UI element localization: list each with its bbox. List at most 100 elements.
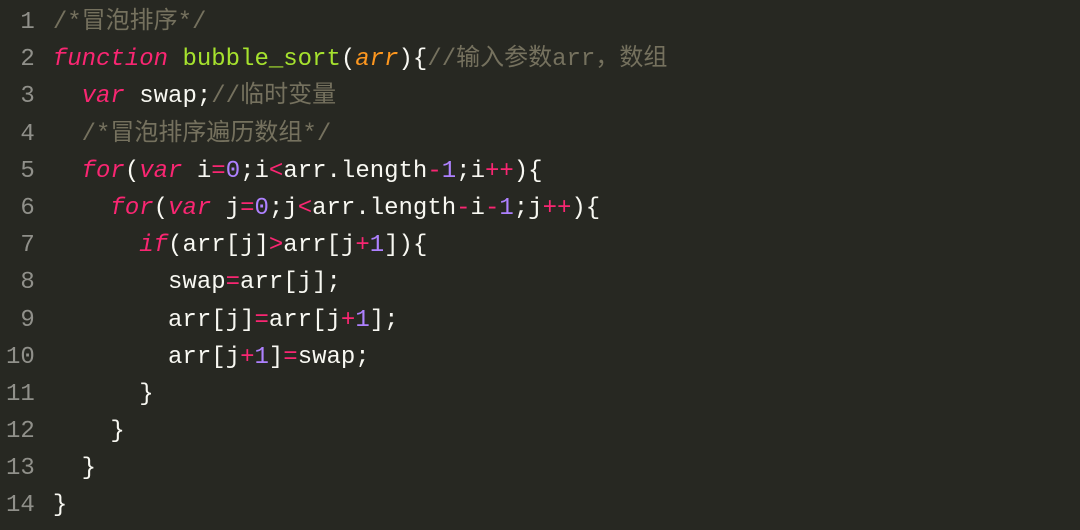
code-area[interactable]: /*冒泡排序*/function bubble_sort(arr){//输入参数…	[45, 0, 668, 530]
code-line[interactable]: var swap;//临时变量	[53, 78, 668, 115]
code-token: ){	[571, 195, 600, 222]
code-token: [	[327, 232, 341, 259]
line-number: 2	[6, 41, 35, 78]
code-token: }	[53, 455, 96, 482]
code-token: swap	[168, 269, 226, 296]
code-token: [	[211, 344, 225, 371]
code-token: }	[53, 381, 154, 408]
code-line[interactable]: }	[53, 450, 668, 487]
code-line[interactable]: /*冒泡排序遍历数组*/	[53, 116, 668, 153]
code-token	[182, 158, 196, 185]
code-token: j	[327, 307, 341, 334]
code-token: ]){	[384, 232, 427, 259]
code-token: -	[485, 195, 499, 222]
code-token	[53, 158, 82, 185]
code-token: /*冒泡排序遍历数组*/	[82, 121, 332, 148]
code-token: arr	[168, 307, 211, 334]
code-token: j	[341, 232, 355, 259]
code-token: j	[283, 195, 297, 222]
code-token	[53, 269, 168, 296]
line-number: 12	[6, 413, 35, 450]
code-token: if	[139, 232, 168, 259]
code-line[interactable]: for(var i=0;i<arr.length-1;i++){	[53, 153, 668, 190]
code-token	[53, 307, 168, 334]
code-token: 1	[254, 344, 268, 371]
code-line[interactable]: }	[53, 376, 668, 413]
code-token: bubble_sort	[182, 46, 340, 73]
code-token: j	[298, 269, 312, 296]
line-number: 14	[6, 487, 35, 524]
code-token: [	[312, 307, 326, 334]
code-line[interactable]: }	[53, 413, 668, 450]
code-token: i	[255, 158, 269, 185]
code-token	[125, 83, 139, 110]
code-token: (	[341, 46, 355, 73]
code-line[interactable]: for(var j=0;j<arr.length-i-1;j++){	[53, 190, 668, 227]
code-token: ;	[456, 158, 470, 185]
code-token: 0	[254, 195, 268, 222]
code-token: +	[355, 232, 369, 259]
line-number: 4	[6, 116, 35, 153]
code-token: ];	[370, 307, 399, 334]
code-token: var	[139, 158, 182, 185]
code-token: <	[298, 195, 312, 222]
code-token: <	[269, 158, 283, 185]
code-token: +	[341, 307, 355, 334]
code-token	[211, 195, 225, 222]
code-token: function	[53, 46, 168, 73]
line-number: 8	[6, 264, 35, 301]
code-token: j	[528, 195, 542, 222]
code-token: (	[168, 232, 182, 259]
code-token: 1	[355, 307, 369, 334]
code-line[interactable]: /*冒泡排序*/	[53, 4, 668, 41]
code-token: >	[269, 232, 283, 259]
code-token: swap	[298, 344, 356, 371]
code-editor[interactable]: 1234567891011121314 /*冒泡排序*/function bub…	[0, 0, 1080, 530]
code-line[interactable]: arr[j]=arr[j+1];	[53, 302, 668, 339]
code-token: arr	[269, 307, 312, 334]
line-number: 1	[6, 4, 35, 41]
code-token: for	[82, 158, 125, 185]
code-token: //临时变量	[211, 83, 336, 110]
code-token: ;	[197, 83, 211, 110]
code-token: arr	[355, 46, 398, 73]
code-token	[53, 232, 139, 259]
code-token: ]	[269, 344, 283, 371]
code-token: =	[254, 307, 268, 334]
code-line[interactable]: }	[53, 487, 668, 524]
code-token: =	[283, 344, 297, 371]
line-number: 10	[6, 339, 35, 376]
code-token: =	[226, 269, 240, 296]
code-token: ;	[355, 344, 369, 371]
code-token: [	[283, 269, 297, 296]
code-token: ++	[543, 195, 572, 222]
code-token: i	[197, 158, 211, 185]
code-token: arr	[283, 232, 326, 259]
code-token: 0	[226, 158, 240, 185]
code-token: for	[110, 195, 153, 222]
code-token: //输入参数arr，数组	[427, 46, 667, 73]
code-token: i	[471, 195, 485, 222]
line-number-gutter: 1234567891011121314	[0, 0, 45, 530]
code-token	[53, 344, 168, 371]
code-line[interactable]: function bubble_sort(arr){//输入参数arr，数组	[53, 41, 668, 78]
code-token: arr.length	[312, 195, 456, 222]
code-token: arr.length	[283, 158, 427, 185]
line-number: 13	[6, 450, 35, 487]
code-token: (	[154, 195, 168, 222]
code-token: =	[211, 158, 225, 185]
code-token: /*冒泡排序*/	[53, 9, 207, 36]
code-line[interactable]: arr[j+1]=swap;	[53, 339, 668, 376]
code-token: (	[125, 158, 139, 185]
code-token: }	[53, 418, 125, 445]
code-line[interactable]: swap=arr[j];	[53, 264, 668, 301]
code-token: [	[226, 232, 240, 259]
code-token: arr	[182, 232, 225, 259]
code-token: swap	[139, 83, 197, 110]
code-token: ]	[254, 232, 268, 259]
code-token: var	[82, 83, 125, 110]
code-token: ]	[240, 307, 254, 334]
code-token: ;	[514, 195, 528, 222]
code-line[interactable]: if(arr[j]>arr[j+1]){	[53, 227, 668, 264]
code-token	[168, 46, 182, 73]
